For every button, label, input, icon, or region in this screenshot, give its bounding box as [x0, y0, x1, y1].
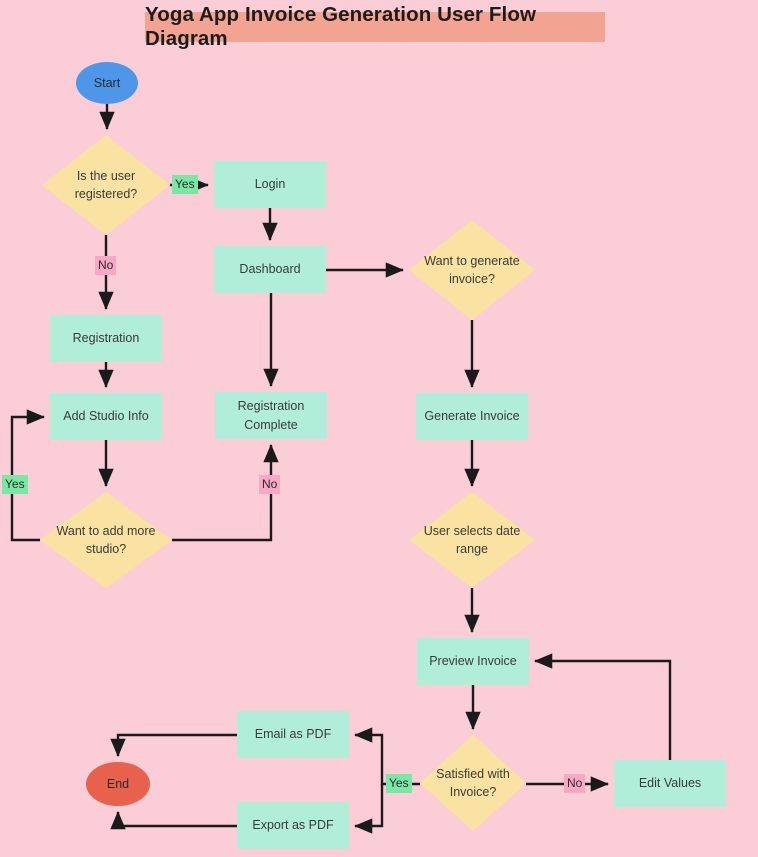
node-label-end: End — [106, 776, 130, 791]
node-label-edit_values: Edit Values — [638, 776, 702, 791]
node-email_pdf[interactable]: Email as PDF — [237, 711, 349, 758]
node-export_pdf[interactable]: Export as PDF — [237, 802, 349, 849]
edge-email_pdf-to-end — [110, 733, 237, 757]
edge-label-no_registered: No — [95, 256, 117, 275]
flowchart-canvas: Yoga App Invoice Generation User Flow Di… — [0, 0, 758, 857]
node-label-add_more_studio: Want to add more studio? — [56, 523, 156, 556]
node-label-satisfied: Satisfied with Invoice? — [436, 766, 510, 799]
node-label-email_pdf: Email as PDF — [254, 727, 332, 742]
node-select_date[interactable]: User selects date range — [409, 492, 535, 588]
node-satisfied[interactable]: Satisfied with Invoice? — [420, 735, 526, 831]
node-label-login: Login — [254, 177, 286, 192]
node-label-export_pdf: Export as PDF — [252, 818, 334, 833]
edge-export_pdf-to-end — [110, 811, 237, 830]
edge-label-yes_satisfied: Yes — [386, 774, 412, 793]
node-want_generate[interactable]: Want to generate invoice? — [409, 220, 535, 320]
node-preview_invoice[interactable]: Preview Invoice — [417, 638, 529, 685]
node-label-want_generate: Want to generate invoice? — [424, 253, 520, 286]
node-label-dashboard: Dashboard — [239, 262, 301, 277]
node-label-reg_complete: Registration Complete — [237, 399, 305, 432]
node-generate_invoice[interactable]: Generate Invoice — [416, 393, 528, 440]
node-end[interactable]: End — [86, 762, 150, 806]
node-registration[interactable]: Registration — [50, 315, 162, 362]
node-add_studio_info[interactable]: Add Studio Info — [50, 393, 162, 440]
node-label-select_date: User selects date range — [423, 523, 521, 556]
node-label-start: Start — [93, 75, 121, 90]
edge-label-no_more_studio: No — [259, 475, 281, 494]
node-dashboard[interactable]: Dashboard — [214, 246, 326, 293]
node-is_registered[interactable]: Is the user registered? — [42, 135, 170, 235]
edge-label-yes_more_studio: Yes — [2, 475, 28, 494]
node-edit_values[interactable]: Edit Values — [614, 760, 726, 807]
edge-add_more_studio-no-to-reg_complete — [172, 444, 279, 542]
node-login[interactable]: Login — [214, 161, 326, 208]
edge-satisfied-yes-to-export_pdf — [354, 784, 384, 834]
node-label-registration: Registration — [72, 331, 140, 346]
edge-label-no_satisfied: No — [564, 774, 586, 793]
node-reg_complete[interactable]: Registration Complete — [215, 392, 327, 439]
node-label-generate_invoice: Generate Invoice — [424, 409, 520, 424]
node-add_more_studio[interactable]: Want to add more studio? — [40, 492, 172, 588]
edge-label-yes_registered: Yes — [172, 175, 198, 194]
node-start[interactable]: Start — [76, 62, 138, 104]
node-label-preview_invoice: Preview Invoice — [429, 654, 517, 669]
page-title: Yoga App Invoice Generation User Flow Di… — [145, 3, 605, 50]
node-label-is_registered: Is the user registered? — [74, 168, 138, 201]
node-label-add_studio_info: Add Studio Info — [63, 409, 149, 424]
edge-edit_values-loop-to-preview — [534, 653, 672, 760]
